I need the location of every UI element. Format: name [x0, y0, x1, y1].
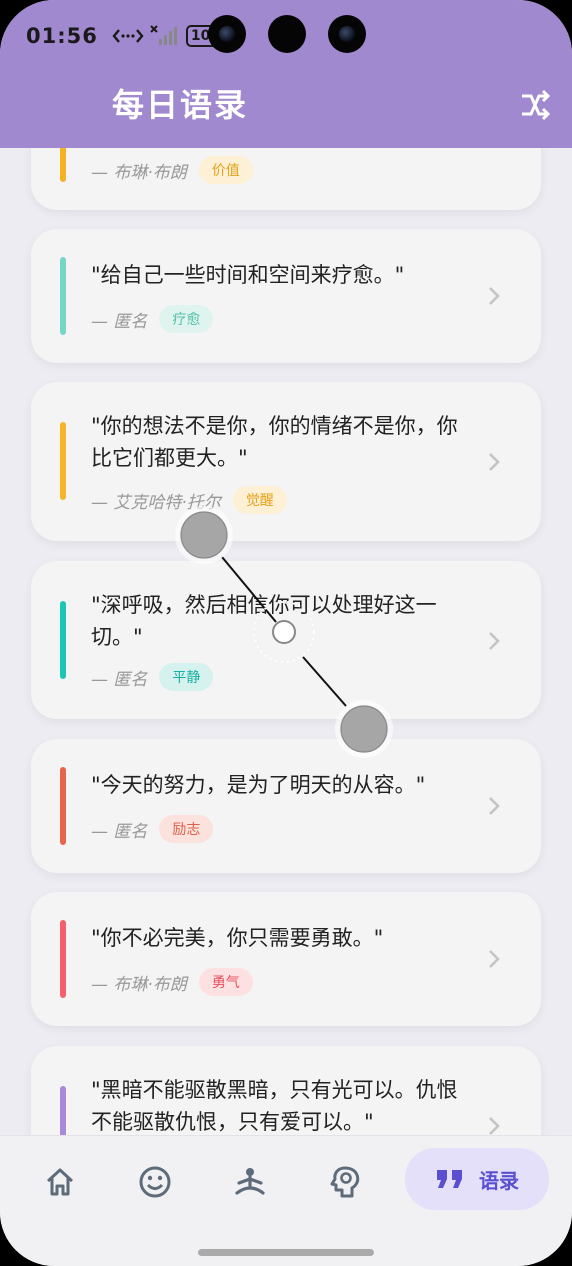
category-bar	[60, 601, 66, 679]
category-tag: 觉醒	[232, 486, 287, 514]
quote-card[interactable]: "你不必完美，你只需要勇敢。" — 布琳·布朗 勇气	[31, 892, 541, 1026]
chevron-right-icon	[489, 287, 500, 305]
nav-mind[interactable]	[320, 1154, 372, 1210]
chevron-right-icon	[489, 797, 500, 815]
quote-card[interactable]: "深呼吸，然后相信你可以处理好这一切。" — 匿名 平静	[31, 561, 541, 719]
category-bar	[60, 920, 66, 998]
quote-text: "你的想法不是你，你的情绪不是你，你比它们都更大。"	[91, 414, 458, 470]
quote-card[interactable]: "今天的努力，是为了明天的从容。" — 匿名 励志	[31, 739, 541, 873]
chevron-right-icon	[489, 453, 500, 471]
category-tag: 价值	[198, 156, 253, 184]
quote-author: — 匿名	[91, 311, 148, 332]
nav-quotes[interactable]: 语录	[405, 1148, 549, 1210]
data-transfer-icon	[112, 29, 144, 43]
quote-author: — 匿名	[91, 669, 148, 690]
nav-meditate[interactable]	[224, 1154, 276, 1210]
camera-cutouts	[208, 15, 366, 53]
app-header: 01:56 100 每日语录	[0, 0, 572, 148]
quote-text: "黑暗不能驱散黑暗，只有光可以。仇恨不能驱散仇恨，只有爱可以。"	[91, 1078, 458, 1134]
category-bar	[60, 257, 66, 335]
category-bar	[60, 148, 66, 182]
sensor-icon	[268, 15, 306, 53]
category-bar	[60, 1086, 66, 1135]
status-time: 01:56	[26, 24, 98, 48]
quote-list[interactable]: — 布琳·布朗 价值 "给自己一些时间和空间来疗愈。" — 匿名 疗愈 "你的想…	[0, 148, 572, 1135]
category-tag: 勇气	[198, 968, 253, 996]
front-camera-icon	[328, 15, 366, 53]
quote-author: — 布琳·布朗	[91, 162, 187, 183]
quote-text: "你不必完美，你只需要勇敢。"	[91, 926, 384, 950]
category-bar	[60, 422, 66, 500]
home-indicator[interactable]	[198, 1249, 374, 1256]
category-tag: 平静	[159, 663, 214, 691]
quote-author: — 艾克哈特·托尔	[91, 492, 221, 513]
nav-home[interactable]	[34, 1154, 86, 1210]
brain-icon	[330, 1166, 360, 1198]
quote-card[interactable]: "黑暗不能驱散黑暗，只有光可以。仇恨不能驱散仇恨，只有爱可以。"	[31, 1046, 541, 1135]
quote-card[interactable]: — 布琳·布朗 价值	[31, 148, 541, 210]
meditation-icon	[235, 1168, 265, 1195]
quote-text: "给自己一些时间和空间来疗愈。"	[91, 263, 405, 287]
smile-icon	[139, 1166, 171, 1198]
category-bar	[60, 767, 66, 845]
nav-mood[interactable]	[129, 1154, 181, 1210]
chevron-right-icon	[489, 632, 500, 650]
chevron-right-icon	[489, 1117, 500, 1135]
quote-author: — 布琳·布朗	[91, 974, 187, 995]
category-tag: 疗愈	[159, 305, 214, 333]
phone-screen: 01:56 100 每日语录 — 布琳·布朗 价值 "给自己一些时间和空间来疗愈…	[0, 0, 572, 1266]
quote-author: — 匿名	[91, 821, 148, 842]
front-camera-icon	[208, 15, 246, 53]
page-title: 每日语录	[112, 86, 249, 124]
shuffle-icon[interactable]	[518, 88, 552, 122]
home-icon	[46, 1168, 74, 1196]
quote-card[interactable]: "给自己一些时间和空间来疗愈。" — 匿名 疗愈	[31, 229, 541, 363]
quote-icon	[437, 1170, 462, 1188]
category-tag: 励志	[159, 815, 214, 843]
nav-quotes-label: 语录	[479, 1168, 519, 1193]
signal-icon	[150, 25, 177, 45]
quote-text: "今天的努力，是为了明天的从容。"	[91, 773, 426, 797]
quote-card[interactable]: "你的想法不是你，你的情绪不是你，你比它们都更大。" — 艾克哈特·托尔 觉醒	[31, 382, 541, 541]
bottom-nav: 语录	[0, 1135, 572, 1266]
quote-text: "深呼吸，然后相信你可以处理好这一切。"	[91, 593, 437, 649]
chevron-right-icon	[489, 950, 500, 968]
